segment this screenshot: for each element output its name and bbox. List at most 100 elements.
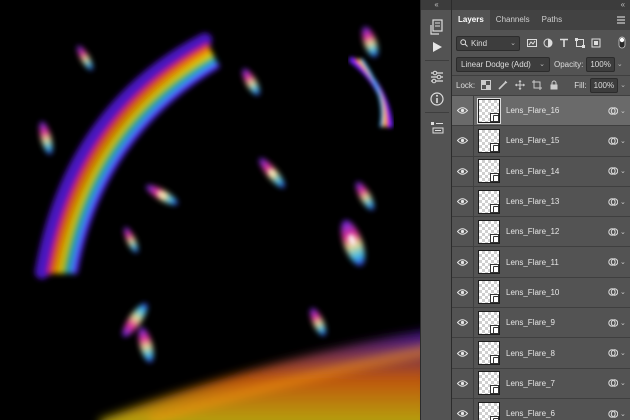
layer-effects-icon[interactable] <box>608 227 619 237</box>
visibility-eye-icon[interactable] <box>452 398 474 420</box>
properties-icon[interactable] <box>427 118 447 136</box>
layer-thumbnail[interactable] <box>478 128 500 153</box>
expand-chevron-icon[interactable]: ⌄ <box>620 198 628 206</box>
layer-name[interactable]: Lens_Flare_13 <box>506 197 608 206</box>
adjustments-sliders-icon[interactable] <box>427 68 447 86</box>
layer-effects-icon[interactable] <box>608 257 619 267</box>
layer-row[interactable]: Lens_Flare_8 ⌄ <box>452 338 630 369</box>
layer-name[interactable]: Lens_Flare_8 <box>506 349 608 358</box>
info-icon[interactable] <box>427 90 447 108</box>
layer-thumbnail[interactable] <box>478 189 500 214</box>
layer-thumbnail[interactable] <box>478 341 500 366</box>
lock-artboard-icon[interactable] <box>532 80 543 90</box>
visibility-eye-icon[interactable] <box>452 156 474 186</box>
pixel-layer-filter-icon[interactable] <box>526 38 537 49</box>
layer-thumbnail[interactable] <box>477 97 501 124</box>
layer-name[interactable]: Lens_Flare_7 <box>506 379 608 388</box>
layer-row[interactable]: Lens_Flare_13 ⌄ <box>452 186 630 218</box>
type-layer-filter-icon[interactable] <box>558 38 569 49</box>
layer-thumbnail[interactable] <box>478 310 500 335</box>
opacity-chevron-icon[interactable]: ⌄ <box>617 60 623 68</box>
layer-effects-icon[interactable] <box>608 287 619 297</box>
layer-effects-icon[interactable] <box>608 166 619 176</box>
expand-chevron-icon[interactable]: ⌄ <box>620 319 628 327</box>
layer-row[interactable]: Lens_Flare_7 ⌄ <box>452 368 630 399</box>
layer-name[interactable]: Lens_Flare_15 <box>506 136 608 145</box>
layer-thumbnail[interactable] <box>478 401 500 420</box>
layer-name[interactable]: Lens_Flare_10 <box>506 288 608 297</box>
layer-effects-icon[interactable] <box>608 106 619 116</box>
visibility-eye-icon[interactable] <box>452 186 474 217</box>
adjustment-layer-filter-icon[interactable] <box>542 38 553 49</box>
lock-image-pixels-icon[interactable] <box>498 80 508 90</box>
lock-position-icon[interactable] <box>515 80 526 90</box>
opacity-input[interactable]: 100% <box>586 56 615 72</box>
expand-chevron-icon[interactable]: ⌄ <box>620 167 628 175</box>
layer-row[interactable]: Lens_Flare_16 ⌄ <box>452 96 630 127</box>
layer-thumbnail[interactable] <box>478 371 500 396</box>
layer-name[interactable]: Lens_Flare_12 <box>506 227 608 236</box>
layer-name[interactable]: Lens_Flare_14 <box>506 167 608 176</box>
layer-row[interactable]: Lens_Flare_12 ⌄ <box>452 217 630 248</box>
layer-thumbnail[interactable] <box>478 219 500 244</box>
visibility-eye-icon[interactable] <box>452 338 474 368</box>
visibility-eye-icon[interactable] <box>452 247 474 277</box>
visibility-eye-icon[interactable] <box>452 277 474 308</box>
layer-name[interactable]: Lens_Flare_9 <box>506 318 608 327</box>
smart-object-filter-icon[interactable] <box>590 38 601 49</box>
document-canvas[interactable] <box>0 0 420 420</box>
expand-chevron-icon[interactable]: ⌄ <box>620 228 628 236</box>
play-action-icon[interactable] <box>427 38 447 56</box>
shape-layer-filter-icon[interactable] <box>574 38 585 49</box>
layer-row[interactable]: Lens_Flare_11 ⌄ <box>452 247 630 278</box>
filter-toggle-icon[interactable] <box>618 36 626 49</box>
layer-row[interactable]: Lens_Flare_6 ⌄ <box>452 398 630 420</box>
history-icon[interactable] <box>427 18 447 36</box>
filter-kind-select[interactable]: Kind ⌄ <box>456 35 520 51</box>
smart-object-badge-icon <box>490 355 499 365</box>
expand-chevron-icon[interactable]: ⌄ <box>620 379 628 387</box>
layer-row[interactable]: Lens_Flare_14 ⌄ <box>452 156 630 187</box>
layer-name[interactable]: Lens_Flare_16 <box>506 106 608 115</box>
layer-row[interactable]: Lens_Flare_9 ⌄ <box>452 308 630 339</box>
layer-thumbnail[interactable] <box>478 250 500 275</box>
layer-thumbnail[interactable] <box>478 280 500 305</box>
fill-input[interactable]: 100% <box>589 77 619 93</box>
layer-name[interactable]: Lens_Flare_6 <box>506 409 608 418</box>
layer-effects-icon[interactable] <box>608 378 619 388</box>
visibility-eye-icon[interactable] <box>452 126 474 156</box>
visibility-eye-icon[interactable] <box>452 217 474 247</box>
layer-effects-icon[interactable] <box>608 348 619 358</box>
collapse-grip-icon[interactable]: ‹‹ <box>421 0 451 10</box>
lock-all-icon[interactable] <box>549 80 559 90</box>
layer-row[interactable]: Lens_Flare_10 ⌄ <box>452 277 630 309</box>
visibility-eye-icon[interactable] <box>452 96 474 126</box>
expand-chevron-icon[interactable]: ⌄ <box>620 288 628 296</box>
lock-transparent-pixels-icon[interactable] <box>481 80 492 90</box>
blend-row: Linear Dodge (Add) ⌄ Opacity: 100% ⌄ <box>456 56 626 72</box>
expand-chevron-icon[interactable]: ⌄ <box>620 107 628 115</box>
layer-effects-icon[interactable] <box>608 409 619 419</box>
tab-layers[interactable]: Layers <box>452 10 490 30</box>
layers-panel: ‹‹ Layers Channels Paths Kind ⌄ Linear D… <box>452 0 630 420</box>
visibility-eye-icon[interactable] <box>452 368 474 398</box>
expand-chevron-icon[interactable]: ⌄ <box>620 258 628 266</box>
layer-row[interactable]: Lens_Flare_15 ⌄ <box>452 126 630 157</box>
fill-chevron-icon[interactable]: ⌄ <box>620 81 626 89</box>
blend-mode-select[interactable]: Linear Dodge (Add) ⌄ <box>456 56 550 72</box>
collapse-grip-icon[interactable]: ‹‹ <box>452 0 630 10</box>
filter-kind-label: Kind <box>471 38 488 48</box>
layer-name[interactable]: Lens_Flare_11 <box>506 258 608 267</box>
layer-thumbnail[interactable] <box>478 159 500 184</box>
expand-chevron-icon[interactable]: ⌄ <box>620 410 628 418</box>
panel-menu-icon[interactable] <box>616 15 626 25</box>
expand-chevron-icon[interactable]: ⌄ <box>620 349 628 357</box>
layer-effects-icon[interactable] <box>608 318 619 328</box>
expand-chevron-icon[interactable]: ⌄ <box>620 137 628 145</box>
layer-effects-icon[interactable] <box>608 197 619 207</box>
visibility-eye-icon[interactable] <box>452 308 474 338</box>
tab-paths[interactable]: Paths <box>536 10 568 30</box>
tool-strip: ‹‹ <box>420 0 452 420</box>
tab-channels[interactable]: Channels <box>490 10 536 30</box>
layer-effects-icon[interactable] <box>608 136 619 146</box>
